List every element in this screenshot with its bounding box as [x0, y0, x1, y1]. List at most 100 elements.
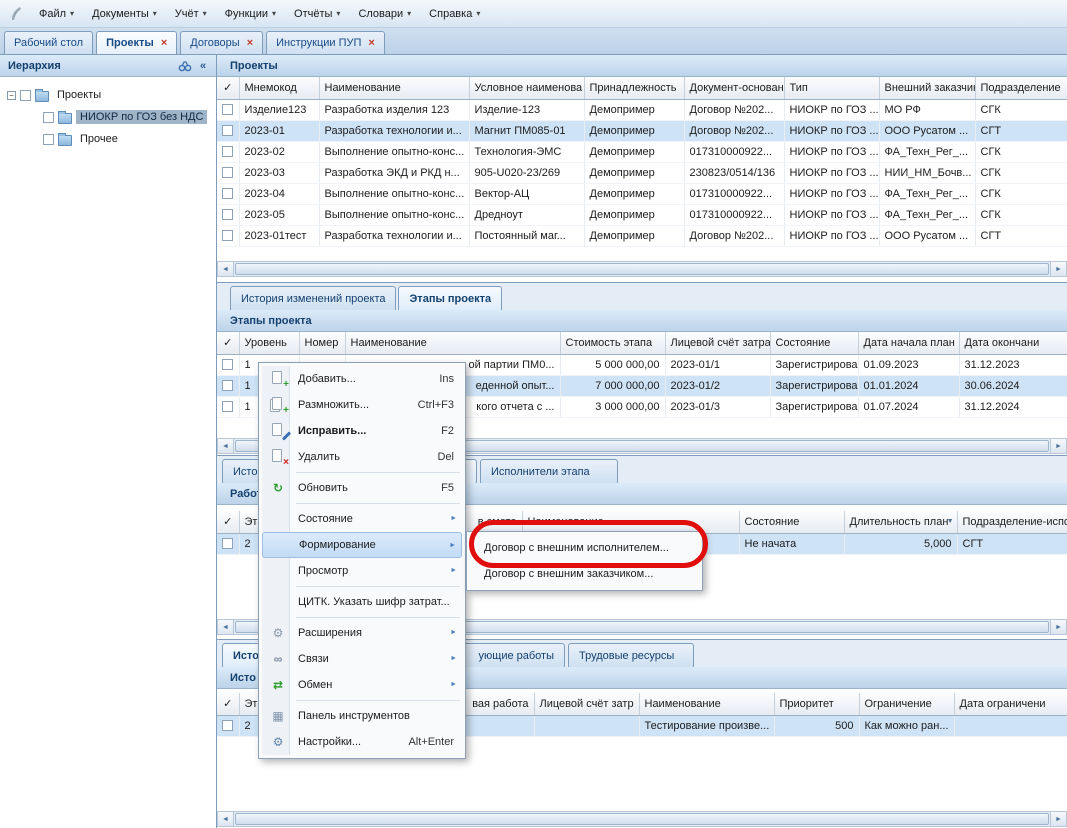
- column-header[interactable]: Стоимость этапа: [560, 332, 665, 354]
- column-header[interactable]: Наименование: [522, 511, 739, 533]
- menu-item-view[interactable]: Просмотр ►: [262, 558, 462, 584]
- column-header[interactable]: Документ-основан: [684, 77, 784, 99]
- scroll-left-button[interactable]: ◄: [218, 262, 234, 276]
- column-header[interactable]: Дата ограничени: [954, 693, 1067, 715]
- tab-stage-executors[interactable]: Исполнители этапа: [480, 459, 618, 483]
- menu-item-settings[interactable]: ⚙ Настройки... Alt+Enter: [262, 729, 462, 755]
- column-header[interactable]: Уровень: [239, 332, 299, 354]
- menu-item-duplicate[interactable]: + Размножить... Ctrl+F3: [262, 392, 462, 418]
- tab-close-icon[interactable]: ×: [247, 38, 253, 49]
- tab-labor-resources[interactable]: Трудовые ресурсы: [568, 643, 694, 667]
- menu-item-state[interactable]: Состояние ►: [262, 506, 462, 532]
- row-checkbox[interactable]: [222, 538, 233, 549]
- select-all-header[interactable]: ✓: [217, 511, 239, 533]
- row-checkbox[interactable]: [222, 146, 233, 157]
- scroll-left-button[interactable]: ◄: [218, 620, 234, 634]
- row-checkbox[interactable]: [222, 188, 233, 199]
- column-header[interactable]: Номер: [299, 332, 345, 354]
- table-row[interactable]: 2023-03Разработка ЭКД и РКД н...905-U020…: [217, 162, 1067, 183]
- tab-project-stages[interactable]: Этапы проекта: [398, 286, 502, 310]
- column-header[interactable]: Ограничение: [859, 693, 954, 715]
- row-checkbox[interactable]: [222, 230, 233, 241]
- scroll-right-button[interactable]: ►: [1050, 620, 1066, 634]
- menu-item-delete[interactable]: × Удалить Del: [262, 444, 462, 470]
- horizontal-scrollbar[interactable]: ◄ ►: [217, 811, 1067, 827]
- column-header[interactable]: Лицевой счёт затр: [534, 693, 639, 715]
- column-header[interactable]: Принадлежность: [584, 77, 684, 99]
- row-checkbox[interactable]: [222, 167, 233, 178]
- column-header[interactable]: Состояние: [770, 332, 858, 354]
- scroll-left-button[interactable]: ◄: [218, 439, 234, 453]
- find-in-tree-icon[interactable]: [176, 57, 194, 75]
- tree-checkbox[interactable]: [43, 112, 54, 123]
- scrollbar-thumb[interactable]: [235, 263, 1049, 275]
- column-header[interactable]: Наименование: [345, 332, 560, 354]
- column-header[interactable]: Лицевой счёт затрат.: [665, 332, 770, 354]
- select-all-header[interactable]: ✓: [217, 77, 239, 99]
- column-header[interactable]: Длительность план▼: [844, 511, 957, 533]
- menu-accounting[interactable]: Учёт▾: [166, 4, 216, 24]
- tab-close-icon[interactable]: ×: [161, 38, 167, 49]
- tab-instructions[interactable]: Инструкции ПУП×: [266, 31, 385, 54]
- menu-item-contract-external-executor[interactable]: Договор с внешним исполнителем...: [470, 535, 699, 561]
- table-row[interactable]: 2023-01Разработка технологии и...Магнит …: [217, 120, 1067, 141]
- row-checkbox[interactable]: [222, 125, 233, 136]
- column-header[interactable]: Внешний заказчик: [879, 77, 975, 99]
- tree-checkbox[interactable]: [43, 134, 54, 145]
- menu-documents[interactable]: Документы▾: [83, 4, 166, 24]
- column-header[interactable]: Подразделение: [975, 77, 1067, 99]
- menu-reports[interactable]: Отчёты▾: [285, 4, 349, 24]
- column-header[interactable]: Подразделение-испо: [957, 511, 1067, 533]
- row-checkbox[interactable]: [222, 401, 233, 412]
- menu-item-links[interactable]: ∞ Связи ►: [262, 646, 462, 672]
- scroll-right-button[interactable]: ►: [1050, 812, 1066, 826]
- table-row[interactable]: 2023-01тестРазработка технологии и...Пос…: [217, 225, 1067, 246]
- tree-checkbox[interactable]: [20, 90, 31, 101]
- menu-item-edit[interactable]: Исправить... F2: [262, 418, 462, 444]
- menu-item-citk-cost-code[interactable]: ЦИТК. Указать шифр затрат...: [262, 589, 462, 615]
- select-all-header[interactable]: ✓: [217, 693, 239, 715]
- row-checkbox[interactable]: [222, 209, 233, 220]
- menu-file[interactable]: Файл▾: [30, 4, 83, 24]
- menu-help[interactable]: Справка▾: [420, 4, 489, 24]
- row-checkbox[interactable]: [222, 380, 233, 391]
- scroll-right-button[interactable]: ►: [1050, 262, 1066, 276]
- column-header[interactable]: Состояние: [739, 511, 844, 533]
- row-checkbox[interactable]: [222, 104, 233, 115]
- tab-contracts[interactable]: Договоры×: [180, 31, 263, 54]
- column-header[interactable]: Тип: [784, 77, 879, 99]
- select-all-header[interactable]: ✓: [217, 332, 239, 354]
- menu-item-refresh[interactable]: ↻ Обновить F5: [262, 475, 462, 501]
- menu-dictionaries[interactable]: Словари▾: [349, 4, 420, 24]
- tab-project-history[interactable]: История изменений проекта: [230, 286, 396, 310]
- column-header[interactable]: Мнемокод: [239, 77, 319, 99]
- tab-projects[interactable]: Проекты×: [96, 31, 177, 54]
- tab-desktop[interactable]: Рабочий стол: [4, 31, 93, 54]
- menu-item-contract-external-customer[interactable]: Договор с внешним заказчиком...: [470, 561, 699, 587]
- scrollbar-thumb[interactable]: [235, 813, 1049, 825]
- column-header[interactable]: Наименование: [639, 693, 774, 715]
- column-header[interactable]: Условное наименова: [469, 77, 584, 99]
- menu-item-exchange[interactable]: ⇄ Обмен ►: [262, 672, 462, 698]
- tab-close-icon[interactable]: ×: [368, 38, 374, 49]
- scroll-left-button[interactable]: ◄: [218, 812, 234, 826]
- menu-item-toolbar[interactable]: ▦ Панель инструментов: [262, 703, 462, 729]
- collapse-node-icon[interactable]: −: [7, 91, 16, 100]
- column-header[interactable]: Наименование: [319, 77, 469, 99]
- scroll-right-button[interactable]: ►: [1050, 439, 1066, 453]
- row-checkbox[interactable]: [222, 720, 233, 731]
- menu-item-add[interactable]: + Добавить... Ins: [262, 366, 462, 392]
- row-checkbox[interactable]: [222, 359, 233, 370]
- table-row[interactable]: 2023-04Выполнение опытно-конс...Вектор-А…: [217, 183, 1067, 204]
- column-header[interactable]: Дата начала план: [858, 332, 959, 354]
- table-row[interactable]: Изделие123Разработка изделия 123Изделие-…: [217, 99, 1067, 120]
- tree-node-other[interactable]: Прочее: [40, 128, 212, 150]
- horizontal-scrollbar[interactable]: ◄ ►: [217, 261, 1067, 277]
- column-header[interactable]: Дата окончани: [959, 332, 1067, 354]
- table-row[interactable]: 2023-05Выполнение опытно-конс...Дредноут…: [217, 204, 1067, 225]
- menu-item-extensions[interactable]: ⚙ Расширения ►: [262, 620, 462, 646]
- table-row[interactable]: 2023-02Выполнение опытно-конс...Технолог…: [217, 141, 1067, 162]
- column-header[interactable]: Приоритет: [774, 693, 859, 715]
- tree-node-projects[interactable]: − Проекты: [4, 84, 212, 106]
- menu-functions[interactable]: Функции▾: [216, 4, 285, 24]
